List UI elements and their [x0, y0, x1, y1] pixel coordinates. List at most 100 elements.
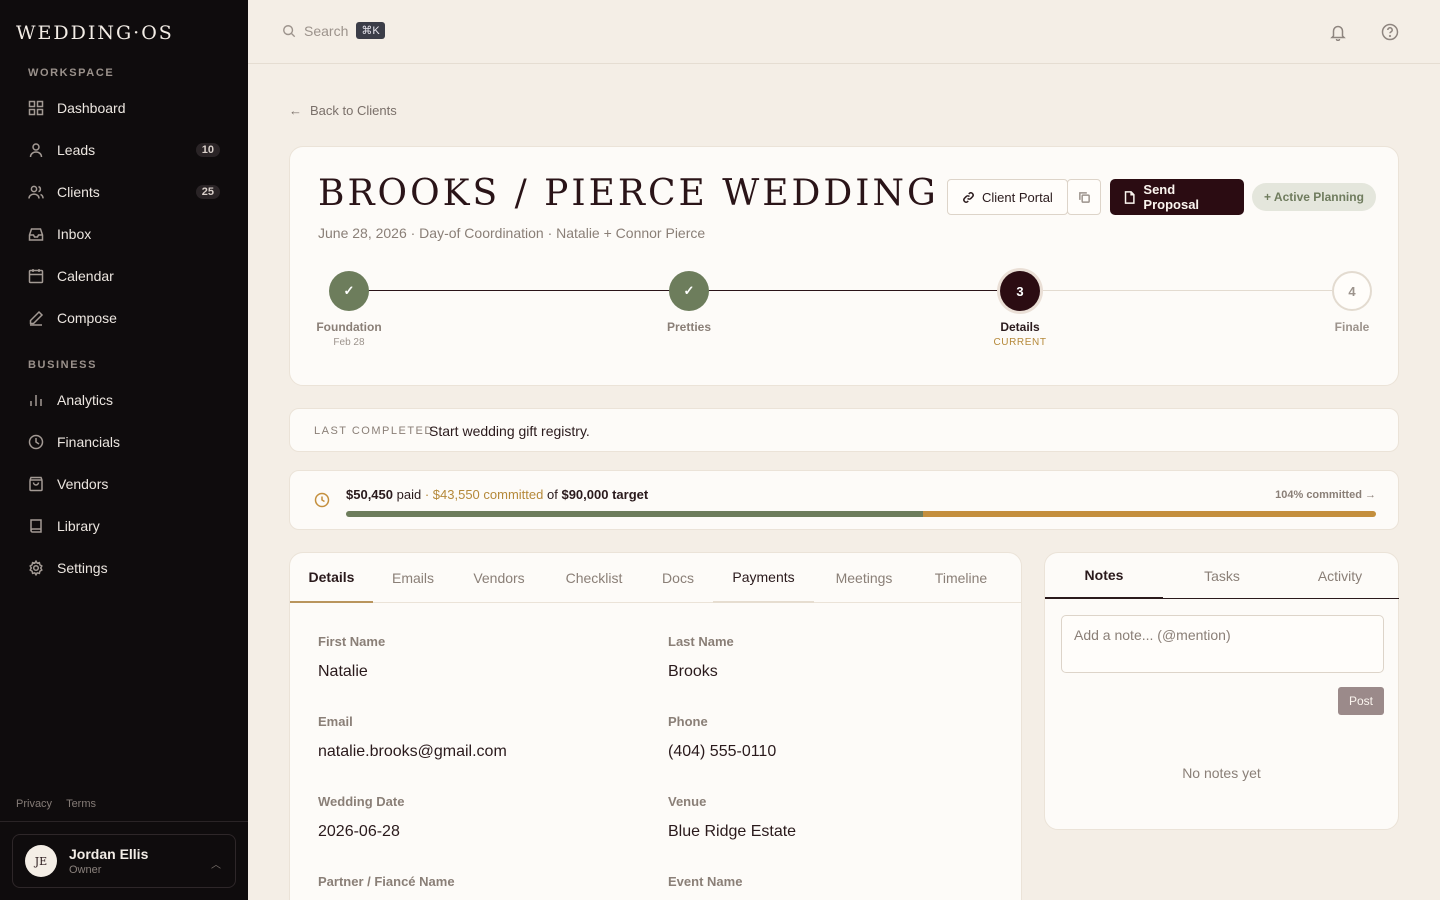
- tab-timeline[interactable]: Timeline: [914, 553, 1008, 603]
- client-portal-button[interactable]: Client Portal: [947, 179, 1068, 215]
- partner-name-label: Partner / Fiancé Name: [318, 874, 455, 889]
- notes-card: Notes Tasks Activity Add a note... (@men…: [1044, 552, 1399, 830]
- user-name: Jordan Ellis: [69, 846, 149, 862]
- tab-activity[interactable]: Activity: [1281, 553, 1399, 599]
- sidebar-item-compose[interactable]: Compose: [16, 300, 232, 336]
- wedding-date-field[interactable]: 2026-06-28: [318, 823, 400, 841]
- phone-label: Phone: [668, 714, 708, 729]
- step-details-marker[interactable]: 3: [1000, 271, 1040, 311]
- sidebar-item-inbox[interactable]: Inbox: [16, 216, 232, 252]
- app-logo[interactable]: WEDDING·OS: [16, 22, 174, 44]
- last-name-field[interactable]: Brooks: [668, 663, 718, 681]
- send-proposal-button[interactable]: Send Proposal: [1110, 179, 1244, 215]
- search-icon: [283, 24, 296, 37]
- client-portal-label: Client Portal: [982, 189, 1053, 205]
- document-icon: [1124, 190, 1135, 204]
- calendar-icon: [28, 268, 44, 284]
- tab-notes[interactable]: Notes: [1045, 553, 1163, 599]
- sidebar-item-financials[interactable]: Financials: [16, 424, 232, 460]
- client-details-card: Details Emails Vendors Checklist Docs Pa…: [289, 552, 1022, 900]
- step-current-indicator: CURRENT: [993, 337, 1047, 348]
- tab-tasks[interactable]: Tasks: [1163, 553, 1281, 599]
- event-name-label: Event Name: [668, 874, 743, 889]
- shopping-bag-icon: [28, 476, 44, 492]
- clients-count-badge: 25: [195, 185, 220, 199]
- sidebar-item-clients[interactable]: Clients 25: [16, 174, 232, 210]
- tab-checklist[interactable]: Checklist: [545, 553, 643, 603]
- user-icon: [28, 142, 44, 158]
- sidebar-item-settings[interactable]: Settings: [16, 550, 232, 586]
- sidebar-item-dashboard[interactable]: Dashboard: [16, 90, 232, 126]
- clock-icon: [28, 434, 44, 450]
- tab-meetings[interactable]: Meetings: [814, 553, 914, 603]
- leads-count-badge: 10: [195, 143, 220, 157]
- avatar: JE: [25, 845, 57, 877]
- sidebar-item-label: Compose: [57, 310, 117, 326]
- notes-empty-state: No notes yet: [1182, 765, 1261, 781]
- inbox-icon: [28, 226, 44, 242]
- step-foundation-label: Foundation: [316, 320, 382, 334]
- phone-field[interactable]: (404) 555-0110: [668, 743, 776, 761]
- stepper-line-pending: [1041, 290, 1332, 291]
- back-to-clients-link[interactable]: ← Back to Clients: [289, 103, 397, 118]
- committed-amount: $43,550 committed: [432, 487, 544, 502]
- users-icon: [28, 184, 44, 200]
- sidebar-item-label: Calendar: [57, 268, 114, 284]
- note-input[interactable]: Add a note... (@mention): [1061, 615, 1384, 673]
- client-subtitle: June 28, 2026 · Day-of Coordination · Na…: [318, 225, 706, 241]
- sidebar-item-calendar[interactable]: Calendar: [16, 258, 232, 294]
- tab-payments[interactable]: Payments: [713, 553, 814, 603]
- tab-vendors[interactable]: Vendors: [453, 553, 545, 603]
- user-role: Owner: [69, 864, 102, 876]
- sidebar-item-label: Library: [57, 518, 100, 534]
- paid-word: paid: [396, 487, 422, 502]
- client-header-card: BROOKS / PIERCE WEDDING June 28, 2026 · …: [289, 146, 1399, 386]
- search-input[interactable]: Search ⌘K: [282, 22, 385, 39]
- committed-percentage-link[interactable]: 104% committed →: [1275, 489, 1376, 501]
- chevron-up-icon: ︿: [211, 860, 221, 871]
- gear-icon: [28, 560, 44, 576]
- copy-icon: [1078, 191, 1090, 203]
- clock-icon: [314, 492, 330, 508]
- tab-details[interactable]: Details: [290, 553, 373, 603]
- of-word: of: [547, 487, 558, 502]
- sidebar-item-library[interactable]: Library: [16, 508, 232, 544]
- copy-link-button[interactable]: [1067, 179, 1101, 215]
- budget-progress-bar: [346, 511, 1376, 517]
- page-title: BROOKS / PIERCE WEDDING: [318, 173, 939, 214]
- step-pretties-label: Pretties: [666, 320, 712, 334]
- step-details-label: Details: [1000, 320, 1040, 334]
- user-menu[interactable]: JE Jordan Ellis Owner ︿: [12, 834, 236, 888]
- step-foundation-date: Feb 28: [333, 337, 365, 348]
- sidebar-item-leads[interactable]: Leads 10: [16, 132, 232, 168]
- first-name-field[interactable]: Natalie: [318, 663, 368, 681]
- help-icon[interactable]: [1380, 22, 1400, 42]
- committed-progress-fill: [923, 511, 1376, 517]
- budget-separator: ·: [424, 487, 430, 502]
- link-icon: [963, 191, 974, 203]
- sidebar-item-label: Vendors: [57, 476, 109, 492]
- step-foundation-marker[interactable]: ✓: [329, 271, 369, 311]
- send-proposal-label: Send Proposal: [1143, 182, 1200, 212]
- budget-card[interactable]: $50,450 paid · $43,550 committed of $90,…: [289, 470, 1399, 530]
- detail-tabs: Details Emails Vendors Checklist Docs Pa…: [290, 553, 1021, 603]
- email-field[interactable]: natalie.brooks@gmail.com: [318, 743, 507, 761]
- step-finale-marker[interactable]: 4: [1332, 271, 1372, 311]
- step-pretties-marker[interactable]: ✓: [669, 271, 709, 311]
- terms-link[interactable]: Terms: [66, 798, 96, 810]
- sidebar-item-label: Clients: [57, 184, 100, 200]
- venue-field[interactable]: Blue Ridge Estate: [668, 823, 796, 841]
- grid-icon: [28, 100, 44, 116]
- sidebar-item-analytics[interactable]: Analytics: [16, 382, 232, 418]
- paid-amount: $50,450: [346, 487, 393, 502]
- book-icon: [28, 518, 44, 534]
- post-note-button[interactable]: Post: [1338, 687, 1384, 715]
- tab-emails[interactable]: Emails: [373, 553, 453, 603]
- sidebar-item-vendors[interactable]: Vendors: [16, 466, 232, 502]
- status-badge[interactable]: + Active Planning: [1252, 183, 1376, 211]
- sidebar-item-label: Inbox: [57, 226, 92, 242]
- privacy-link[interactable]: Privacy: [16, 798, 52, 810]
- bell-icon[interactable]: [1328, 22, 1348, 42]
- tab-docs[interactable]: Docs: [643, 553, 713, 603]
- target-amount: $90,000 target: [561, 487, 649, 502]
